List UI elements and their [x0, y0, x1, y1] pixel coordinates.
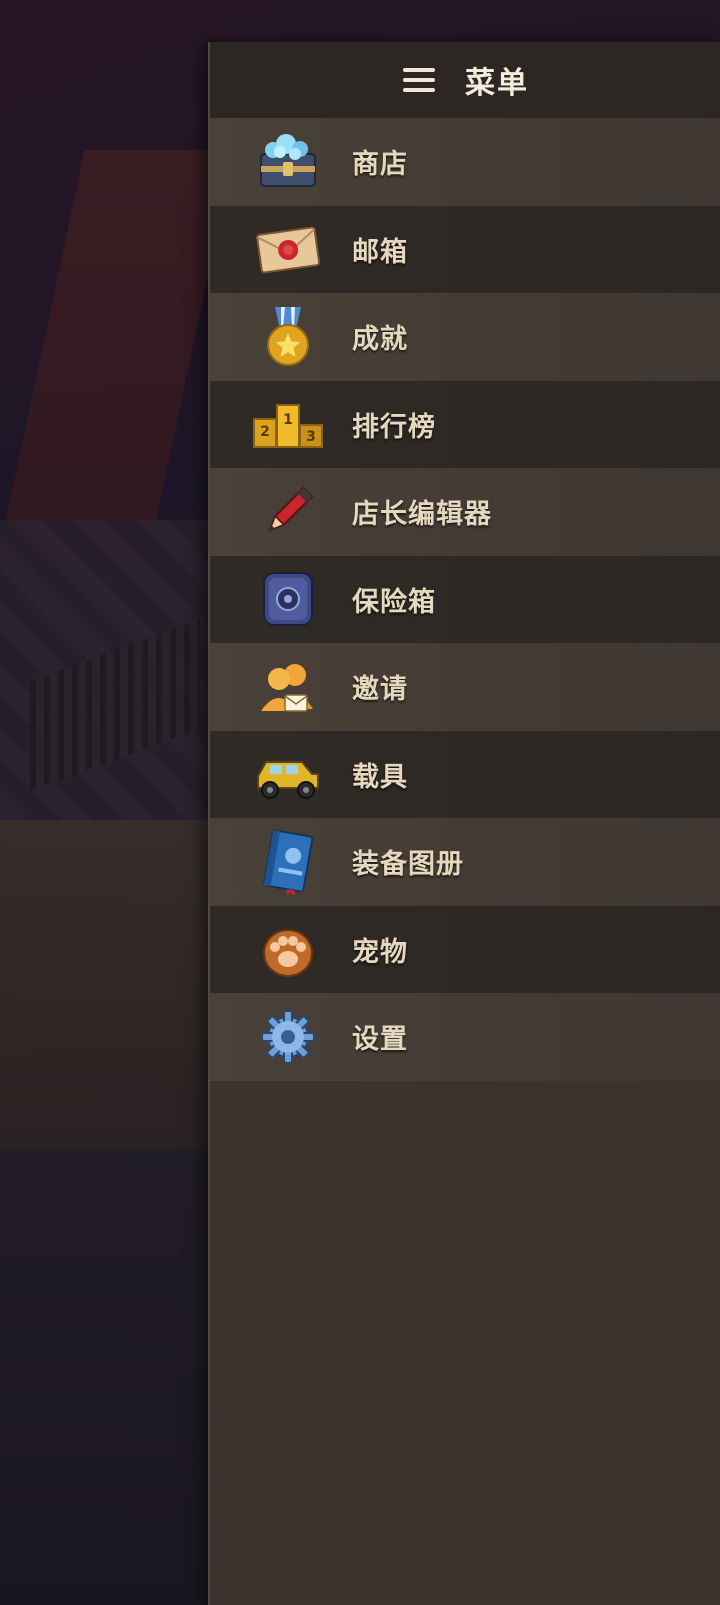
menu-item-label: 保险箱 — [352, 586, 436, 618]
menu-header: 菜单 — [210, 42, 720, 118]
hamburger-menu-icon[interactable] — [403, 67, 435, 93]
menu-item-leaderboard[interactable]: 2 1 3 排行榜 — [210, 380, 720, 468]
menu-item-achievements[interactable]: 成就 — [210, 293, 720, 381]
gear-icon — [248, 1002, 328, 1072]
medal-icon — [248, 302, 328, 372]
menu-item-label: 邀请 — [352, 674, 408, 706]
menu-panel: 菜单 商店 邮箱 成就 2 1 3 排行榜 店长编辑器 保险箱 邀请 载具 装备… — [208, 42, 720, 1605]
menu-title: 菜单 — [465, 66, 529, 101]
podium-icon: 2 1 3 — [248, 389, 328, 459]
menu-item-label: 载具 — [352, 761, 408, 793]
safe-icon — [248, 564, 328, 634]
gem-chest-icon — [248, 127, 328, 197]
menu-item-invite[interactable]: 邀请 — [210, 643, 720, 731]
svg-text:1: 1 — [283, 412, 293, 428]
menu-item-label: 邮箱 — [352, 236, 408, 268]
menu-item-label: 商店 — [352, 149, 408, 181]
book-icon — [248, 827, 328, 897]
menu-list: 商店 邮箱 成就 2 1 3 排行榜 店长编辑器 保险箱 邀请 载具 装备图册 … — [210, 118, 720, 1081]
menu-item-label: 装备图册 — [352, 849, 464, 881]
menu-item-label: 设置 — [352, 1024, 408, 1056]
svg-text:3: 3 — [306, 429, 316, 445]
menu-item-shop[interactable]: 商店 — [210, 118, 720, 206]
pencil-icon — [248, 477, 328, 547]
menu-item-label: 宠物 — [352, 936, 408, 968]
invite-friends-icon — [248, 652, 328, 722]
sealed-letter-icon — [248, 214, 328, 284]
menu-item-label: 店长编辑器 — [352, 499, 492, 531]
menu-item-settings[interactable]: 设置 — [210, 993, 720, 1081]
jeep-icon — [248, 739, 328, 809]
menu-item-pet[interactable]: 宠物 — [210, 905, 720, 993]
svg-text:2: 2 — [260, 424, 270, 440]
menu-item-safe[interactable]: 保险箱 — [210, 555, 720, 643]
menu-item-label: 排行榜 — [352, 411, 436, 443]
menu-item-label: 成就 — [352, 324, 408, 356]
menu-item-equipment-album[interactable]: 装备图册 — [210, 818, 720, 906]
menu-item-mail[interactable]: 邮箱 — [210, 205, 720, 293]
menu-item-vehicle[interactable]: 载具 — [210, 730, 720, 818]
menu-item-manager-editor[interactable]: 店长编辑器 — [210, 468, 720, 556]
paw-icon — [248, 914, 328, 984]
